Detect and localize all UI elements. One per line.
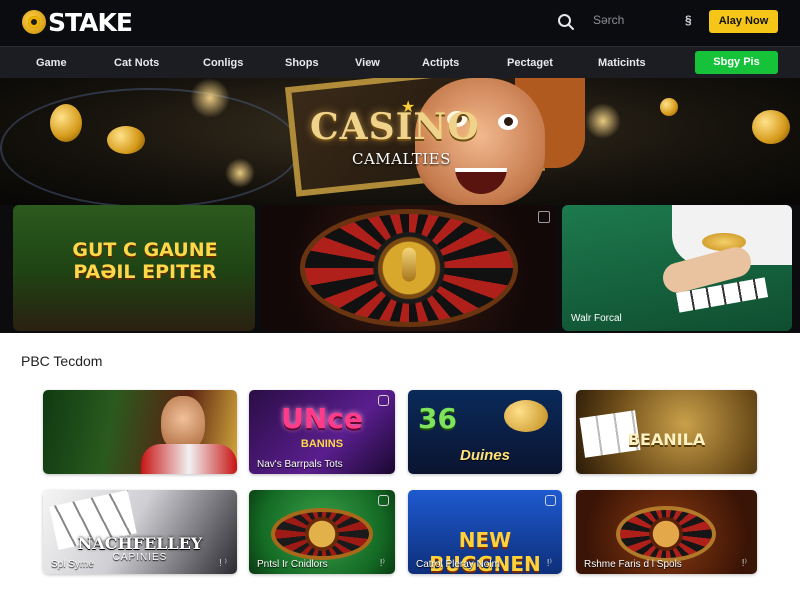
roulette-wheel [616,506,716,562]
hero-subtitle: CAMALTIES [352,150,451,168]
hero-halo [0,88,300,206]
roulette-wheel [271,508,373,560]
featured-row: GUT C GAUNE PAƏIL EPITER Walr Forcal [0,205,800,333]
game-card-caption: Nav's Barrpals Tots [257,459,343,470]
game-card[interactable] [43,390,237,474]
card-info-icon[interactable] [378,395,389,406]
search-icon[interactable] [557,13,575,31]
nav-item-cat-nots[interactable]: Cat Nots [114,47,159,79]
featured-title-line: PAƏIL EPITER [73,261,217,283]
game-card[interactable]: NEW BUGGNEN Catrol Pleray Nolm !⁾ [408,490,562,574]
language-icon[interactable]: § [685,13,692,27]
coin-icon [752,110,790,144]
game-card-title: UNce [281,402,363,435]
hero-title: CASINO [310,106,480,148]
game-card-caption: Catrol Pleray Nolm [416,559,500,570]
nav-item-actipts[interactable]: Actipts [422,47,459,79]
featured-title-line: GUT C GAUNE [72,239,218,261]
play-now-button[interactable]: Alay Now [709,10,778,33]
game-card[interactable]: BEANILA [576,390,757,474]
game-card[interactable]: Pntsl Ir Cnidlors !⁾ [249,490,395,574]
featured-card-title: GUT C GAUNE PAƏIL EPITER [65,239,225,283]
game-card-menu[interactable]: ! ⁾ [219,558,227,569]
featured-card-sports[interactable]: GUT C GAUNE PAƏIL EPITER [13,205,255,331]
nav-item-pectaget[interactable]: Pectaget [507,47,553,79]
logo-icon [22,10,46,34]
game-card[interactable]: Rshme Faris d l Spols !⁾ [576,490,757,574]
game-card-title: BEANILA [627,430,706,449]
nav-item-view[interactable]: View [355,47,380,79]
game-card-caption: Rshme Faris d l Spols [584,559,682,570]
hero-light [190,78,230,118]
game-card-caption: Spl Syme [51,559,94,570]
roulette-wheel [300,209,518,327]
hero-eye [498,114,518,130]
nav-item-game[interactable]: Game [36,47,67,79]
coin-icon [107,126,145,154]
search-input[interactable]: Sərch [593,13,624,27]
nav-cta-button[interactable]: Sbgy Pis [695,51,778,74]
card-info-icon[interactable] [538,211,550,223]
card-info-icon[interactable] [545,495,556,506]
game-card[interactable]: NACHFELLEY CAPINIES Spl Syme ! ⁾ [43,490,237,574]
game-card[interactable]: 36 Duines [408,390,562,474]
section-title: PBC Tecdom [21,353,103,369]
logo[interactable]: STAKE [22,6,133,38]
main-nav: Game Cat Nots Conligs Shops View Actipts… [0,46,800,78]
game-card-caption: Pntsl Ir Cnidlors [257,559,328,570]
hero-banner[interactable]: ★ CASINO CAMALTIES [0,78,800,206]
game-card-title: NACHFELLEY [77,534,203,553]
game-card-subtitle: Duines [459,447,510,464]
top-bar: STAKE Sərch § Alay Now [0,0,800,46]
coin-icon [50,104,82,142]
game-card[interactable]: UNce BANINS Nav's Barrpals Tots [249,390,395,474]
featured-card-roulette[interactable] [260,205,557,331]
golden-ball-icon [504,400,548,432]
nav-item-maticints[interactable]: Maticints [598,47,646,79]
logo-text: STAKE [48,7,133,37]
game-card-menu[interactable]: !⁾ [742,558,747,569]
hero-light [225,158,255,188]
player-shirt [141,444,237,474]
hero-light [585,103,621,139]
game-card-menu[interactable]: !⁾ [380,558,385,569]
game-card-subtitle: BANINS [300,438,344,450]
card-info-icon[interactable] [378,495,389,506]
game-card-menu[interactable]: !⁾ [547,558,552,569]
featured-card-caption: Walr Forcal [571,313,622,324]
coin-icon [660,98,678,116]
nav-item-shops[interactable]: Shops [285,47,319,79]
nav-item-conligs[interactable]: Conligs [203,47,243,79]
